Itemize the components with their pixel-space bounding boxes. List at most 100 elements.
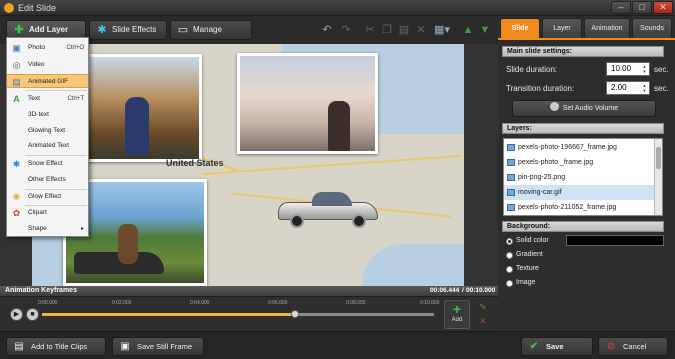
unit-label: sec. [654,65,669,74]
stop-button[interactable]: ■ [26,308,39,321]
bottom-bar: ▤ Add to Title Clips ▣ Save Still Frame ✔ S… [0,331,675,359]
minimize-button[interactable]: – [611,1,631,14]
add-keyframe-button[interactable]: + Add [444,300,470,329]
photo-hiker-autumn[interactable] [86,54,202,162]
image-icon [507,159,515,166]
radio-gradient[interactable] [506,252,513,259]
moving-car-gif[interactable] [278,192,382,228]
checkmark-icon: ✔ [529,341,539,352]
map-gulf [362,244,464,286]
keyframes-header: Animation Keyframes 00:06.444 / 00:10.00… [0,286,498,297]
cancel-icon: ⊘ [606,341,616,352]
slide-duration-value: 10.00 [611,64,632,73]
layers-scrollbar[interactable] [654,139,662,215]
submenu-arrow-icon: ▸ [80,226,84,232]
tab-layer[interactable]: Layer [542,18,582,38]
close-window-button[interactable]: ✕ [653,1,673,14]
layer-item[interactable]: pexels-photo-211052_frame.jpg [504,200,656,215]
menu-item-other-effects[interactable]: Other Effects [7,173,88,187]
image-icon [507,204,515,211]
ruler-label: 0:10.000 [420,300,440,306]
copy-icon[interactable]: ❐ [379,21,395,39]
save-still-frame-button[interactable]: ▣ Save Still Frame [112,337,204,356]
menu-shortcut: Ctrl+O [66,45,84,51]
redo-icon[interactable]: ↷ [338,21,354,39]
edit-keyframe-icon[interactable]: ✎ [476,302,490,314]
add-layer-menu: ▣ Photo Ctrl+O ◎ Video ▤ Animated GIF A Text C… [6,37,89,237]
audio-button-label: Set Audio Volume [562,105,619,112]
layer-item[interactable]: pexels-photo _frame.jpg [504,155,656,170]
add-to-title-clips-label: Add to Title Clips [31,342,88,351]
snowflake-icon: ✱ [12,159,21,169]
tab-animation[interactable]: Animation [584,18,630,38]
layer-item-selected[interactable]: moving-car.gif [504,185,656,200]
menu-item-glowing-text[interactable]: Glowing Text [7,124,88,138]
paste-icon[interactable]: ▤ [396,21,412,39]
grid-dropdown-icon[interactable]: ▦▾ [431,21,453,39]
menu-item-snow-effect[interactable]: ✱ Snow Effect [7,157,88,171]
layer-item[interactable]: pin-png-25.png [504,170,656,185]
transition-duration-value: 2.00 [611,83,627,92]
menu-shortcut: Ctrl+T [67,96,85,102]
radio-image[interactable] [506,280,513,287]
menu-item-3d-text[interactable]: 3D-text [7,108,88,122]
move-down-icon[interactable]: ▼ [477,21,493,39]
menu-item-glow-effect[interactable]: ✺ Glow Effect [7,190,88,204]
background-color-swatch[interactable] [566,235,664,246]
delete-keyframe-icon[interactable]: ✕ [476,316,490,328]
menu-item-video[interactable]: ◎ Video [7,58,88,72]
text-icon: A [13,94,20,104]
layer-name: pexels-photo-196667_frame.jpg [518,144,617,151]
move-up-icon[interactable]: ▲ [460,21,476,39]
canvas-right-margin [464,44,498,286]
slide-effects-button[interactable]: ✱ Slide Effects [89,20,167,40]
image-icon [507,144,515,151]
cut-icon[interactable]: ✂ [362,21,378,39]
app-icon [4,3,14,13]
set-audio-volume-button[interactable]: Set Audio Volume [512,100,656,117]
maximize-button[interactable]: □ [632,1,652,14]
menu-item-label: Text [28,95,40,102]
manage-camera-button[interactable]: ▭ Manage Camera [170,20,252,52]
animation-keyframes-panel: Animation Keyframes 00:06.444 / 00:10.00… [0,286,498,331]
photo-city-view[interactable] [237,53,378,154]
tab-sounds[interactable]: Sounds [632,18,672,38]
tab-slide[interactable]: Slide [500,18,540,38]
add-to-title-clips-button[interactable]: ▤ Add to Title Clips [6,337,106,356]
slide-canvas[interactable]: United States [32,44,464,286]
save-still-frame-label: Save Still Frame [137,342,193,351]
menu-separator [25,90,87,91]
menu-item-photo[interactable]: ▣ Photo Ctrl+O [7,41,88,55]
menu-item-text[interactable]: A Text Ctrl+T [7,92,88,106]
delete-icon[interactable]: ✕ [413,21,429,39]
menu-item-label: Photo [28,44,45,51]
properties-panel: Slide Layer Animation Sounds Main slide … [498,16,675,331]
window-titlebar: Edit Slide – □ ✕ [0,0,675,16]
spinner-arrows-icon[interactable]: ▲ ▼ [641,83,648,93]
radio-solid-color[interactable] [506,238,513,245]
transition-duration-label: Transition duration: [506,84,575,93]
timeline-track-remaining [296,313,434,316]
video-icon: ◎ [12,60,21,70]
menu-item-shape[interactable]: Shape ▸ [7,222,88,236]
slide-duration-input[interactable]: 10.00 ▲ ▼ [606,62,650,76]
play-button[interactable]: ▶ [10,308,23,321]
image-label: Image [516,279,536,286]
menu-item-clipart[interactable]: ✿ Clipart [7,206,88,220]
undo-icon[interactable]: ↶ [319,21,335,39]
menu-item-animated-gif[interactable]: ▤ Animated GIF [7,74,88,88]
scrollbar-thumb[interactable] [656,147,661,169]
menu-item-animated-text[interactable]: Animated Text [7,139,88,153]
save-button[interactable]: ✔ Save [521,337,593,356]
map-road [202,154,462,176]
layers-header: Layers: [502,123,664,134]
layer-item[interactable]: pexels-photo-196667_frame.jpg [504,140,656,155]
radio-texture[interactable] [506,266,513,273]
menu-item-label: Glow Effect [28,193,62,200]
ruler-label: 0:00.000 [38,300,58,306]
cancel-button[interactable]: ⊘ Cancel [598,337,668,356]
transition-duration-input[interactable]: 2.00 ▲ ▼ [606,81,650,95]
photo-icon: ▣ [12,43,21,53]
timeline-playhead[interactable] [291,310,299,318]
spinner-arrows-icon[interactable]: ▲ ▼ [641,64,648,74]
